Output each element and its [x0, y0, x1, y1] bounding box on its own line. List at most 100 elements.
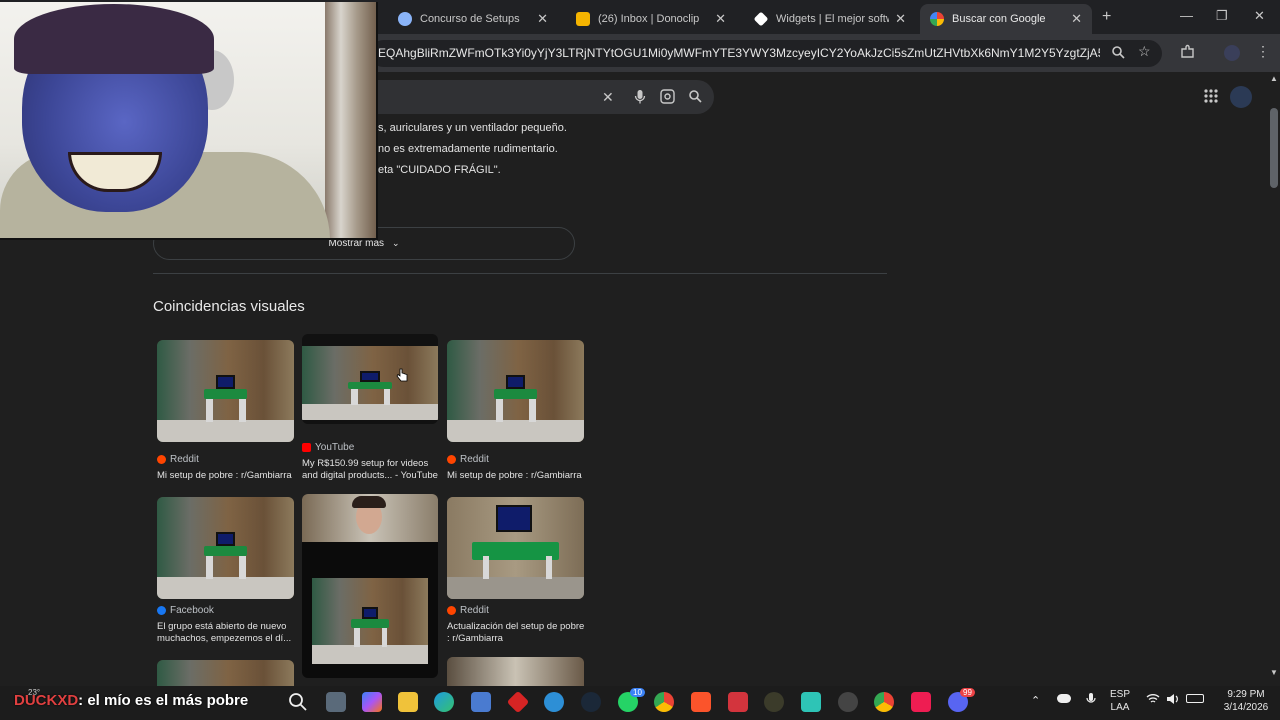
steam-icon[interactable] [581, 692, 601, 712]
tab-concurso[interactable]: Concurso de Setups ✕ [388, 4, 558, 34]
chrome-icon[interactable] [654, 692, 674, 712]
result-thumbnail[interactable] [447, 497, 584, 599]
search-icon[interactable] [288, 692, 308, 712]
profile-avatar[interactable] [1224, 45, 1240, 61]
description-line: no es extremadamente rudimentario. [378, 143, 558, 155]
close-window-button[interactable]: ✕ [1254, 8, 1265, 24]
clock-date: 3/14/2026 [1223, 702, 1269, 713]
wifi-icon[interactable] [1146, 694, 1160, 707]
store-icon[interactable] [471, 692, 491, 712]
scroll-up-icon[interactable]: ▲ [1270, 74, 1278, 83]
file-explorer-icon[interactable] [398, 692, 418, 712]
hand-cursor-icon [396, 368, 408, 387]
minimize-button[interactable]: — [1180, 8, 1193, 23]
extensions-icon[interactable] [1180, 44, 1195, 62]
cloud-icon[interactable] [1057, 694, 1071, 703]
mic-icon[interactable] [634, 89, 646, 108]
source-label: Reddit [170, 454, 199, 465]
window-frame [325, 2, 376, 238]
tab-label: (26) Inbox | Donoclip [598, 13, 700, 25]
address-bar-url[interactable]: EQAhgBliRmZWFmOTk3Yi0yYjY3LTRjNTYtOGU1Mi… [378, 46, 1100, 60]
close-tab-icon[interactable]: ✕ [537, 11, 548, 27]
lens-icon[interactable] [660, 89, 675, 107]
app-icon[interactable] [801, 692, 821, 712]
source-label: YouTube [315, 442, 355, 453]
brave-icon[interactable] [691, 692, 711, 712]
result-source: Reddit [447, 605, 489, 616]
result-thumbnail[interactable] [157, 660, 294, 686]
obs-icon[interactable] [838, 692, 858, 712]
result-source: Reddit [157, 454, 199, 465]
result-source: Facebook [157, 605, 214, 616]
layout-code: LAA [1110, 702, 1130, 713]
language-code: ESP [1110, 689, 1131, 700]
close-tab-icon[interactable]: ✕ [895, 11, 906, 27]
result-thumbnail[interactable] [157, 497, 294, 599]
clear-search-icon[interactable]: ✕ [602, 89, 614, 106]
result-thumbnail[interactable] [447, 657, 584, 686]
result-title[interactable]: El grupo está abierto de nuevo muchachos… [157, 621, 297, 645]
hair-shape [352, 496, 386, 508]
result-thumbnail[interactable] [157, 340, 294, 442]
clock-time: 9:29 PM [1227, 689, 1265, 700]
globe-icon [398, 12, 412, 26]
task-view-icon[interactable] [326, 692, 346, 712]
chrome-icon[interactable] [874, 692, 894, 712]
restore-button[interactable]: ❐ [1216, 8, 1228, 24]
tab-donoclip[interactable]: (26) Inbox | Donoclip ✕ [566, 4, 736, 34]
webcam-overlay [0, 2, 378, 240]
account-avatar[interactable] [1230, 86, 1252, 108]
result-thumbnail[interactable] [447, 340, 584, 442]
donoclip-icon [576, 12, 590, 26]
google-apps-icon[interactable] [1204, 89, 1218, 108]
copilot-icon[interactable] [362, 692, 382, 712]
result-thumbnail[interactable] [302, 494, 438, 678]
app-icon[interactable] [764, 692, 784, 712]
description-line: eta "CUIDADO FRÁGIL". [378, 164, 501, 176]
chat-overlay: DUCKXD: el mío es el más pobre [14, 692, 248, 709]
result-title[interactable]: My R$150.99 setup for videos and digital… [302, 458, 442, 482]
result-source: YouTube [302, 442, 354, 453]
close-tab-icon[interactable]: ✕ [715, 11, 726, 27]
reddit-icon [447, 606, 456, 615]
bookmark-star-icon[interactable]: ☆ [1138, 43, 1151, 60]
widgets-icon [753, 11, 769, 27]
tab-buscar-con-google[interactable]: Buscar con Google ✕ [920, 4, 1092, 34]
zoom-icon[interactable] [1111, 45, 1125, 62]
clock[interactable]: 9:29 PM 3/14/2026 [1214, 688, 1278, 714]
google-icon [930, 12, 944, 26]
edge-icon[interactable] [434, 692, 454, 712]
scroll-down-icon[interactable]: ▼ [1270, 668, 1278, 677]
battery-icon[interactable] [1186, 694, 1204, 703]
source-label: Reddit [460, 605, 489, 616]
microphone-icon[interactable] [1086, 692, 1096, 711]
close-tab-icon[interactable]: ✕ [1071, 11, 1082, 27]
menu-dots-icon[interactable]: ⋮ [1256, 43, 1270, 60]
description-line: s, auriculares y un ventilador pequeño. [378, 122, 567, 134]
person-video-frame [302, 494, 438, 542]
result-title[interactable]: Actualización del setup de pobre : r/Gam… [447, 621, 587, 645]
language-indicator[interactable]: ESP LAA [1110, 688, 1130, 714]
visual-matches-heading: Coincidencias visuales [153, 298, 305, 315]
source-label: Facebook [170, 605, 214, 616]
app-icon[interactable] [544, 692, 564, 712]
result-title[interactable]: Mi setup de pobre : r/Gambiarra [447, 470, 587, 482]
whatsapp-badge: 10 [630, 688, 645, 697]
result-thumbnail[interactable] [302, 334, 438, 424]
facebook-icon [157, 606, 166, 615]
tab-label: Concurso de Setups [420, 13, 520, 25]
chevron-up-icon[interactable]: ⌃ [1031, 694, 1040, 707]
tab-widgets[interactable]: Widgets | El mejor softwar ✕ [744, 4, 916, 34]
volume-icon[interactable] [1166, 692, 1180, 710]
chat-message: : el mío es el más pobre [78, 692, 249, 709]
chat-username: DUCKXD [14, 692, 79, 709]
scrollbar-thumb[interactable] [1270, 108, 1278, 188]
tiktok-icon[interactable] [911, 692, 931, 712]
result-title[interactable]: Mi setup de pobre : r/Gambiarra [157, 470, 297, 482]
new-tab-button[interactable]: + [1102, 8, 1111, 26]
tab-label: Buscar con Google [952, 13, 1046, 25]
result-source: Reddit [447, 454, 489, 465]
chevron-down-icon: ⌄ [392, 238, 400, 248]
search-icon[interactable] [688, 89, 702, 106]
app-icon[interactable] [728, 692, 748, 712]
